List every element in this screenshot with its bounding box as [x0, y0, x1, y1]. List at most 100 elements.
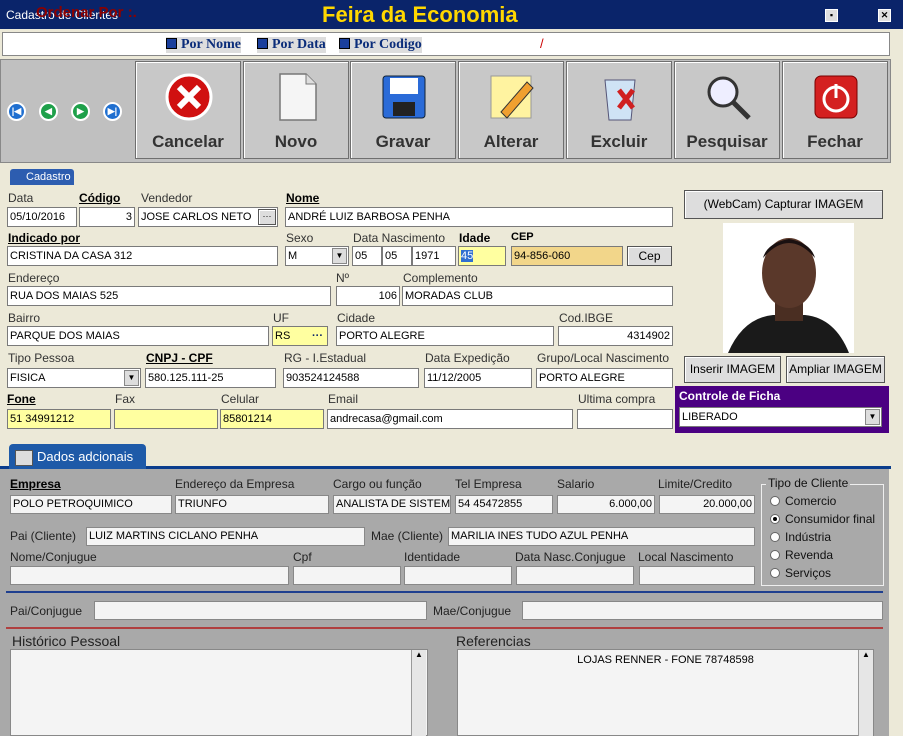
- banner-title: Feira da Economia: [322, 2, 518, 27]
- historico-scrollbar[interactable]: ▲: [411, 650, 426, 736]
- dropdown-arrow-icon[interactable]: ▼: [865, 409, 880, 425]
- email-field[interactable]: andrecasa@gmail.com: [327, 409, 573, 429]
- webcam-capture-button[interactable]: (WebCam) Capturar IMAGEM: [684, 190, 883, 219]
- cep-button[interactable]: Cep: [627, 246, 672, 266]
- local-nasc-field[interactable]: [639, 566, 755, 585]
- vendedor-lookup-button[interactable]: ···: [258, 209, 276, 225]
- cargo-field[interactable]: ANALISTA DE SISTEMAS: [333, 495, 451, 514]
- ficha-select[interactable]: LIBERADO ▼: [679, 407, 882, 427]
- end-empresa-field[interactable]: TRIUNFO: [175, 495, 329, 514]
- cnpj-field[interactable]: 580.125.111-25: [145, 368, 276, 388]
- tab-cadastro[interactable]: Cadastro: [10, 169, 74, 185]
- cidade-label: Cidade: [337, 311, 376, 325]
- ultima-compra-field[interactable]: [577, 409, 673, 429]
- referencias-textarea[interactable]: LOJAS RENNER - FONE 78748598: [457, 649, 874, 736]
- num-field[interactable]: 106: [336, 286, 400, 306]
- scroll-up-icon[interactable]: ▲: [859, 650, 873, 659]
- enlarge-image-button[interactable]: Ampliar IMAGEM: [786, 356, 885, 383]
- bairro-field[interactable]: PARQUE DOS MAIAS: [7, 326, 269, 346]
- dropdown-arrow-icon[interactable]: ▼: [332, 248, 347, 264]
- fax-field[interactable]: [114, 409, 218, 429]
- next-record-icon[interactable]: ▶: [71, 102, 90, 121]
- prev-record-icon[interactable]: ◀: [39, 102, 58, 121]
- celular-field[interactable]: 85801214: [220, 409, 324, 429]
- data-field[interactable]: 05/10/2016: [7, 207, 77, 227]
- fone-field[interactable]: 51 34991212: [7, 409, 111, 429]
- pai-field[interactable]: LUIZ MARTINS CICLANO PENHA: [86, 527, 365, 546]
- cidade-field[interactable]: PORTO ALEGRE: [336, 326, 554, 346]
- compl-field[interactable]: MORADAS CLUB: [402, 286, 673, 306]
- sexo-select[interactable]: M ▼: [285, 246, 349, 266]
- radio-icon: [770, 568, 780, 578]
- tipo-cliente-label: Tipo de Cliente: [766, 476, 851, 490]
- cep-field[interactable]: 94-856-060: [511, 246, 623, 266]
- celular-label: Celular: [221, 392, 260, 406]
- close-window-button[interactable]: ✕: [878, 9, 891, 22]
- cancel-label: Cancelar: [152, 132, 224, 151]
- referencias-scrollbar[interactable]: ▲: [858, 650, 873, 736]
- indicado-field[interactable]: CRISTINA DA CASA 312: [7, 246, 278, 266]
- close-button[interactable]: Fechar: [782, 61, 888, 159]
- nasc-conjuge-field[interactable]: [516, 566, 634, 585]
- radio-revenda[interactable]: Revenda: [770, 548, 833, 562]
- idade-value: 45: [461, 250, 474, 262]
- nasc-year-field[interactable]: 1971: [412, 246, 456, 266]
- first-record-icon[interactable]: |◀: [7, 102, 26, 121]
- edit-button[interactable]: Alterar: [458, 61, 564, 159]
- vendedor-label: Vendedor: [141, 191, 193, 205]
- cep-label: CEP: [511, 231, 534, 243]
- idade-field[interactable]: 45: [458, 246, 506, 266]
- historico-textarea[interactable]: [10, 649, 428, 736]
- uf-field[interactable]: RS ···: [272, 326, 328, 346]
- radio-comercio[interactable]: Comercio: [770, 494, 836, 508]
- endereco-field[interactable]: RUA DOS MAIAS 525: [7, 286, 331, 306]
- mae-field[interactable]: MARILIA INES TUDO AZUL PENHA: [448, 527, 755, 546]
- order-by-code[interactable]: Por Codigo: [339, 37, 422, 53]
- uf-lookup-icon[interactable]: ···: [312, 327, 323, 345]
- pai-label: Pai (Cliente): [10, 529, 77, 543]
- radio-consumidor-final[interactable]: Consumidor final: [770, 512, 875, 526]
- pai-conjuge-field[interactable]: [94, 601, 427, 620]
- radio-servicos[interactable]: Serviços: [770, 566, 831, 580]
- tipo-pessoa-select[interactable]: FISICA ▼: [7, 368, 141, 388]
- cargo-label: Cargo ou função: [333, 477, 422, 491]
- restore-button[interactable]: ▪: [825, 9, 838, 22]
- cancel-button[interactable]: Cancelar: [135, 61, 241, 159]
- grupo-field[interactable]: PORTO ALEGRE: [536, 368, 673, 388]
- salario-field[interactable]: 6.000,00: [557, 495, 655, 514]
- delete-button[interactable]: Excluir: [566, 61, 672, 159]
- dropdown-arrow-icon[interactable]: ▼: [124, 370, 139, 386]
- mae-conjuge-label: Mae/Conjugue: [433, 604, 512, 618]
- scroll-up-icon[interactable]: ▲: [412, 650, 426, 659]
- cpf-field[interactable]: [293, 566, 401, 585]
- end-empresa-label: Endereço da Empresa: [175, 477, 295, 491]
- edit-label: Alterar: [483, 132, 539, 151]
- expedicao-field[interactable]: 11/12/2005: [424, 368, 532, 388]
- order-by-date[interactable]: Por Data: [257, 37, 326, 53]
- order-by-name[interactable]: Por Nome: [166, 37, 241, 53]
- search-button[interactable]: Pesquisar: [674, 61, 780, 159]
- last-record-icon[interactable]: ▶|: [103, 102, 122, 121]
- conjuge-field[interactable]: [10, 566, 289, 585]
- mae-conjuge-field[interactable]: [522, 601, 883, 620]
- local-nasc-label: Local Nascimento: [638, 550, 734, 564]
- nasc-day-field[interactable]: 05: [352, 246, 382, 266]
- grupo-label: Grupo/Local Nascimento: [537, 351, 670, 365]
- ibge-field[interactable]: 4314902: [558, 326, 673, 346]
- tel-empresa-field[interactable]: 54 45472855: [455, 495, 553, 514]
- radio-industria[interactable]: Indústria: [770, 530, 831, 544]
- vendedor-field[interactable]: JOSE CARLOS NETO: [138, 207, 278, 227]
- magnifier-icon: [707, 76, 751, 120]
- bairro-label: Bairro: [8, 311, 41, 325]
- new-button[interactable]: Novo: [243, 61, 349, 159]
- expedicao-label: Data Expedição: [425, 351, 510, 365]
- codigo-field[interactable]: 3: [79, 207, 135, 227]
- empresa-field[interactable]: POLO PETROQUIMICO: [10, 495, 172, 514]
- save-button[interactable]: Gravar: [350, 61, 456, 159]
- insert-image-button[interactable]: Inserir IMAGEM: [684, 356, 781, 383]
- rg-field[interactable]: 903524124588: [283, 368, 419, 388]
- nome-field[interactable]: ANDRÉ LUIZ BARBOSA PENHA: [285, 207, 673, 227]
- limite-field[interactable]: 20.000,00: [659, 495, 755, 514]
- identidade-field[interactable]: [404, 566, 512, 585]
- nasc-month-field[interactable]: 05: [382, 246, 412, 266]
